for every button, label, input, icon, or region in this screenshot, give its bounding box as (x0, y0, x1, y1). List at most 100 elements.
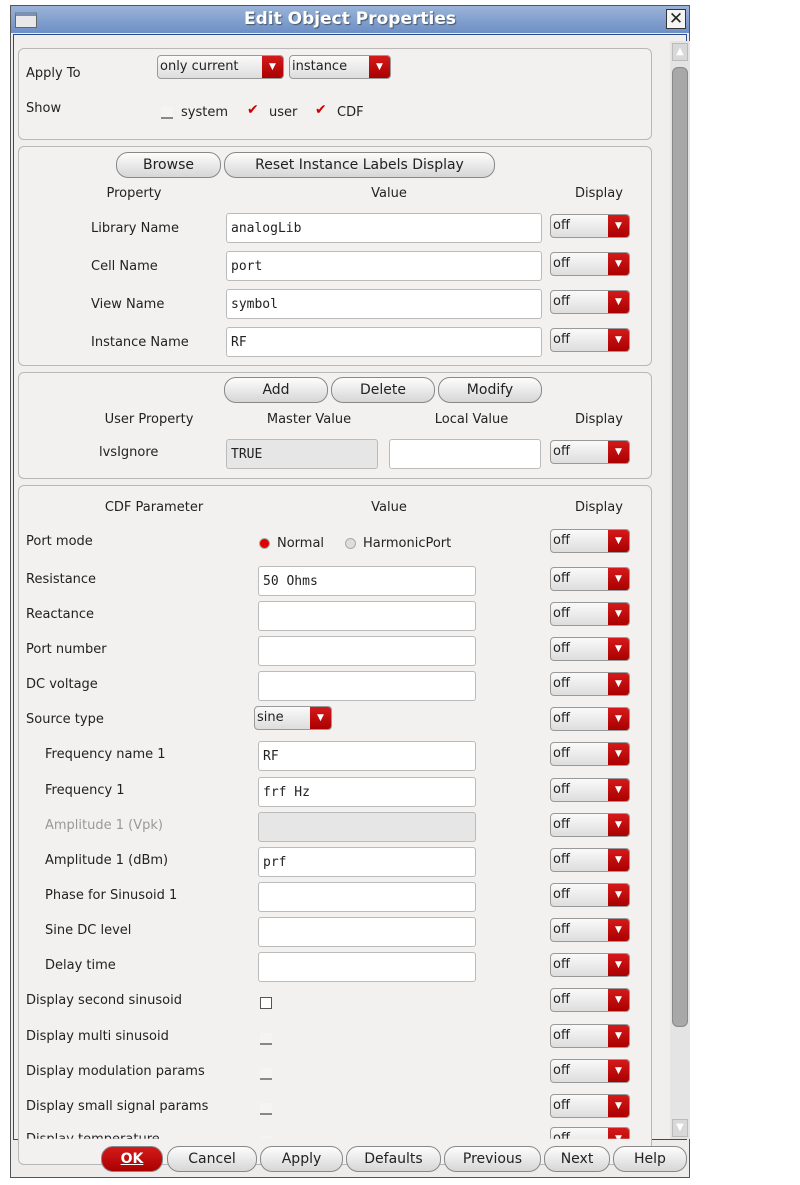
dropdown-arrow-icon: ▼ (608, 329, 629, 351)
display-select[interactable]: off ▼ (550, 953, 630, 977)
cdf-parameter-header: CDF Parameter (104, 500, 204, 515)
cancel-button[interactable]: Cancel (167, 1146, 257, 1172)
property-label: Cell Name (91, 259, 158, 274)
display-select[interactable]: off ▼ (550, 707, 630, 731)
checkbox-icon[interactable] (260, 1068, 272, 1080)
dropdown-arrow-icon: ▼ (608, 919, 629, 941)
cdf-label: Display temperature (26, 1132, 160, 1147)
cdf-value-input[interactable] (258, 917, 476, 947)
display-select[interactable]: off ▼ (550, 602, 630, 626)
display-select[interactable]: off ▼ (550, 1024, 630, 1048)
select-value: off (553, 922, 570, 937)
cdf-value-input[interactable] (258, 952, 476, 982)
help-button[interactable]: Help (613, 1146, 687, 1172)
cdf-row: Source type sine ▼ off ▼ (19, 706, 649, 738)
display-select[interactable]: off ▼ (550, 328, 630, 352)
property-value-input[interactable]: analogLib (226, 213, 542, 243)
cdf-value-input[interactable] (258, 882, 476, 912)
property-value-input[interactable]: port (226, 251, 542, 281)
source-type-select[interactable]: sine ▼ (254, 706, 332, 730)
display-header: Display (575, 186, 623, 201)
display-select[interactable]: off ▼ (550, 529, 630, 553)
scroll-down-arrow-icon[interactable]: ▼ (672, 1119, 688, 1137)
modify-button[interactable]: Modify (438, 377, 542, 403)
checkmark-icon: ✔ (315, 102, 327, 118)
scrollbar-thumb[interactable] (672, 67, 688, 1027)
previous-button[interactable]: Previous (444, 1146, 541, 1172)
vertical-scrollbar[interactable]: ▲ ▼ (670, 41, 690, 1139)
cdf-label: Display modulation params (26, 1064, 205, 1079)
display-select[interactable]: off ▼ (550, 778, 630, 802)
cdf-value-input[interactable] (258, 601, 476, 631)
select-value: off (553, 256, 570, 271)
select-value: off (553, 817, 570, 832)
display-select[interactable]: off ▼ (550, 742, 630, 766)
title-bar[interactable]: Edit Object Properties ✕ (11, 6, 689, 33)
cdf-label: DC voltage (26, 677, 98, 692)
display-select[interactable]: off ▼ (550, 440, 630, 464)
next-button[interactable]: Next (544, 1146, 610, 1172)
display-select[interactable]: off ▼ (550, 290, 630, 314)
display-select[interactable]: off ▼ (550, 883, 630, 907)
cdf-row: Phase for Sinusoid 1 off ▼ (19, 882, 649, 914)
dropdown-arrow-icon: ▼ (608, 708, 629, 730)
user-property-header: User Property (104, 412, 194, 427)
add-button[interactable]: Add (224, 377, 328, 403)
apply-to-section: Apply To only current ▼ instance ▼ Show sy… (18, 48, 652, 140)
cdf-value-input[interactable]: 50 Ohms (258, 566, 476, 596)
cdf-value-input[interactable]: RF (258, 741, 476, 771)
display-select[interactable]: off ▼ (550, 1094, 630, 1118)
select-value: off (553, 1131, 570, 1146)
checkbox-label: system (181, 105, 228, 120)
select-value: off (553, 1098, 570, 1113)
checkbox-icon[interactable] (260, 997, 272, 1009)
ok-button[interactable]: OK (101, 1146, 163, 1172)
display-select[interactable]: off ▼ (550, 918, 630, 942)
delete-button[interactable]: Delete (331, 377, 435, 403)
apply-to-scope-select[interactable]: only current ▼ (157, 55, 284, 79)
checkbox-icon[interactable] (260, 1033, 272, 1045)
cdf-value-input[interactable] (258, 671, 476, 701)
local-value-input[interactable] (389, 439, 541, 469)
select-value: off (553, 711, 570, 726)
property-value-input[interactable]: RF (226, 327, 542, 357)
ok-label: OK (120, 1151, 144, 1167)
cdf-label: Amplitude 1 (dBm) (45, 853, 169, 868)
property-value-input[interactable]: symbol (226, 289, 542, 319)
checkbox-icon[interactable] (260, 1103, 272, 1115)
scroll-up-arrow-icon[interactable]: ▲ (672, 43, 688, 61)
dropdown-arrow-icon: ▼ (310, 707, 331, 729)
apply-button[interactable]: Apply (260, 1146, 343, 1172)
cdf-label: Sine DC level (45, 923, 132, 938)
select-value: off (553, 444, 570, 459)
display-select[interactable]: off ▼ (550, 637, 630, 661)
apply-to-type-select[interactable]: instance ▼ (289, 55, 391, 79)
display-select[interactable]: off ▼ (550, 813, 630, 837)
display-select[interactable]: off ▼ (550, 1059, 630, 1083)
dropdown-arrow-icon: ▼ (608, 291, 629, 313)
property-label: Library Name (91, 221, 179, 236)
reset-instance-labels-display-button[interactable]: Reset Instance Labels Display (224, 152, 495, 178)
cdf-label: Frequency name 1 (45, 747, 166, 762)
display-select[interactable]: off ▼ (550, 988, 630, 1012)
dropdown-arrow-icon: ▼ (608, 215, 629, 237)
cdf-row: Port number off ▼ (19, 636, 649, 668)
checkbox-icon (161, 107, 173, 119)
dropdown-arrow-icon: ▼ (262, 56, 283, 78)
display-select[interactable]: off ▼ (550, 252, 630, 276)
display-select[interactable]: off ▼ (550, 567, 630, 591)
select-value: off (553, 533, 570, 548)
select-value: sine (257, 710, 284, 725)
cdf-value-input[interactable]: frf Hz (258, 777, 476, 807)
browse-button[interactable]: Browse (116, 152, 221, 178)
defaults-button[interactable]: Defaults (346, 1146, 441, 1172)
cdf-row: Display small signal params off ▼ (19, 1093, 649, 1125)
close-button[interactable]: ✕ (666, 9, 686, 29)
cdf-value-input[interactable] (258, 636, 476, 666)
property-label: Instance Name (91, 335, 189, 350)
select-value: off (553, 887, 570, 902)
display-select[interactable]: off ▼ (550, 672, 630, 696)
display-select[interactable]: off ▼ (550, 848, 630, 872)
cdf-value-input[interactable]: prf (258, 847, 476, 877)
display-select[interactable]: off ▼ (550, 214, 630, 238)
